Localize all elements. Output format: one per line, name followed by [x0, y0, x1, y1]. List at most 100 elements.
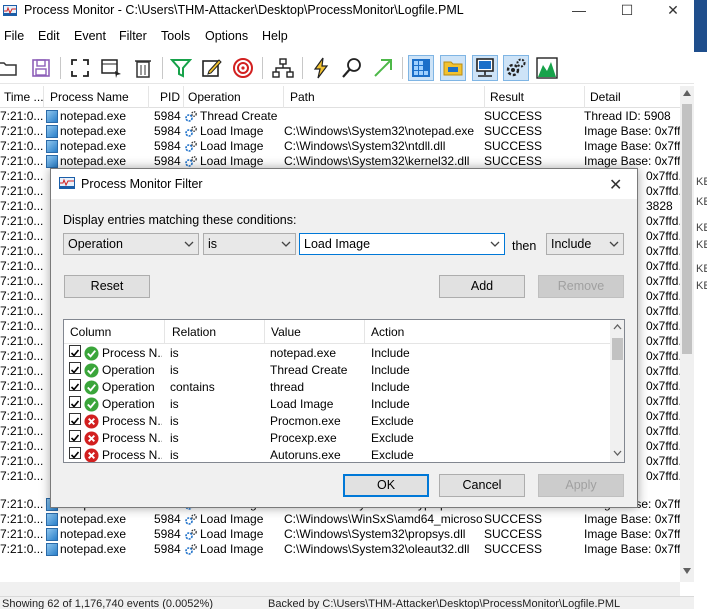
- filter-enabled-checkbox[interactable]: [69, 345, 81, 357]
- col-time[interactable]: Time ...: [4, 90, 44, 104]
- filter-enabled-checkbox[interactable]: [69, 413, 81, 425]
- cell-detail-partial: 0x7ffd.: [646, 394, 680, 408]
- minimize-button[interactable]: —: [556, 0, 602, 22]
- filter-row[interactable]: Operation is Thread Create Include: [64, 362, 610, 379]
- col-detail[interactable]: Detail: [590, 90, 621, 104]
- column-divider[interactable]: [43, 86, 44, 108]
- scroll-down-icon[interactable]: [683, 568, 691, 574]
- menu-options[interactable]: Options: [205, 29, 248, 43]
- column-divider[interactable]: [264, 320, 265, 344]
- table-row[interactable]: 7:21:0... notepad.exe 5984 Load Image C:…: [0, 512, 680, 527]
- filter-row[interactable]: Process N... is notepad.exe Include: [64, 345, 610, 362]
- action-select[interactable]: Include: [546, 233, 624, 255]
- jump-arrow-icon[interactable]: [370, 55, 396, 81]
- filter-row[interactable]: Process N... is Procmon.exe Exclude: [64, 413, 610, 430]
- menu-edit[interactable]: Edit: [38, 29, 60, 43]
- menu-filter[interactable]: Filter: [119, 29, 147, 43]
- reset-button[interactable]: Reset: [64, 275, 150, 298]
- filter-enabled-checkbox[interactable]: [69, 447, 81, 459]
- show-registry-icon[interactable]: [408, 55, 434, 81]
- list-col-action[interactable]: Action: [371, 325, 404, 339]
- filter-list-scrollbar[interactable]: [610, 320, 624, 462]
- col-pid[interactable]: PID: [160, 90, 180, 104]
- filter-funnel-icon[interactable]: [168, 55, 194, 81]
- menu-bar: File Edit Event Filter Tools Options Hel…: [0, 27, 694, 47]
- open-folder-icon[interactable]: [0, 55, 20, 81]
- cell-path: C:\Windows\System32\notepad.exe: [284, 124, 475, 138]
- filter-action: Include: [371, 346, 410, 360]
- table-row[interactable]: 7:21:0... notepad.exe 5984 Load Image C:…: [0, 139, 680, 154]
- menu-help[interactable]: Help: [262, 29, 288, 43]
- table-row[interactable]: 7:21:0... notepad.exe 5984 Thread Create…: [0, 109, 680, 124]
- filter-enabled-checkbox[interactable]: [69, 379, 81, 391]
- scrollbar-thumb[interactable]: [612, 338, 623, 360]
- list-col-column[interactable]: Column: [70, 325, 111, 339]
- table-row[interactable]: 7:21:0... notepad.exe 5984 Load Image C:…: [0, 542, 680, 557]
- value-combobox[interactable]: Load Image: [299, 233, 505, 255]
- filter-enabled-checkbox[interactable]: [69, 430, 81, 442]
- col-result[interactable]: Result: [490, 90, 524, 104]
- highlight-pencil-icon[interactable]: [199, 55, 225, 81]
- cancel-button[interactable]: Cancel: [439, 474, 525, 497]
- grid-vertical-scrollbar[interactable]: [680, 86, 694, 582]
- lightning-icon[interactable]: [308, 55, 334, 81]
- remove-button[interactable]: Remove: [538, 275, 624, 298]
- list-col-relation[interactable]: Relation: [172, 325, 216, 339]
- process-tree-icon[interactable]: [270, 55, 296, 81]
- scrollbar-thumb[interactable]: [682, 104, 692, 354]
- operation-icon: [185, 544, 197, 555]
- col-process-name[interactable]: Process Name: [50, 90, 129, 104]
- cell-time: 7:21:0...: [0, 154, 44, 168]
- capture-icon[interactable]: [98, 55, 124, 81]
- dialog-close-icon[interactable]: ✕: [609, 175, 622, 195]
- add-button[interactable]: Add: [439, 275, 525, 298]
- scroll-down-icon[interactable]: [613, 450, 622, 456]
- filter-value: notepad.exe: [270, 346, 337, 360]
- filter-row[interactable]: Process N... is Procexp.exe Exclude: [64, 430, 610, 447]
- autoscroll-icon[interactable]: [67, 55, 93, 81]
- filter-row[interactable]: Process N... is Autoruns.exe Exclude: [64, 447, 610, 462]
- menu-tools[interactable]: Tools: [161, 29, 190, 43]
- cell-result: SUCCESS: [484, 512, 543, 526]
- target-icon[interactable]: [230, 55, 256, 81]
- relation-select[interactable]: is: [203, 233, 296, 255]
- save-icon[interactable]: [28, 55, 54, 81]
- maximize-button[interactable]: ☐: [604, 0, 650, 22]
- show-profiling-icon[interactable]: [534, 55, 560, 81]
- column-divider[interactable]: [183, 86, 184, 108]
- column-divider[interactable]: [283, 86, 284, 108]
- scroll-up-icon[interactable]: [613, 324, 622, 330]
- scroll-up-icon[interactable]: [683, 90, 691, 96]
- table-row[interactable]: 7:21:0... notepad.exe 5984 Load Image C:…: [0, 154, 680, 169]
- find-magnifier-icon[interactable]: [339, 55, 365, 81]
- cell-operation: Load Image: [200, 139, 264, 153]
- toolbar-separator: [60, 57, 61, 79]
- close-button[interactable]: ✕: [650, 0, 696, 22]
- grid-horizontal-scrollbar[interactable]: [0, 582, 680, 596]
- filter-enabled-checkbox[interactable]: [69, 362, 81, 374]
- column-divider[interactable]: [164, 320, 165, 344]
- col-operation[interactable]: Operation: [188, 90, 241, 104]
- process-monitor-icon: [3, 5, 17, 16]
- filter-row[interactable]: Operation contains thread Include: [64, 379, 610, 396]
- show-process-activity-icon[interactable]: [503, 55, 529, 81]
- list-col-value[interactable]: Value: [271, 325, 301, 339]
- apply-button[interactable]: Apply: [538, 474, 624, 497]
- column-select[interactable]: Operation: [63, 233, 199, 255]
- menu-event[interactable]: Event: [74, 29, 106, 43]
- show-filesystem-icon[interactable]: [440, 55, 466, 81]
- cell-detail-partial: 0x7ffd.: [646, 244, 680, 258]
- menu-file[interactable]: File: [4, 29, 24, 43]
- filter-row[interactable]: Operation is Load Image Include: [64, 396, 610, 413]
- column-divider[interactable]: [364, 320, 365, 344]
- column-divider[interactable]: [584, 86, 585, 108]
- col-path[interactable]: Path: [290, 90, 315, 104]
- table-row[interactable]: 7:21:0... notepad.exe 5984 Load Image C:…: [0, 124, 680, 139]
- ok-button[interactable]: OK: [343, 474, 429, 497]
- filter-enabled-checkbox[interactable]: [69, 396, 81, 408]
- column-divider[interactable]: [484, 86, 485, 108]
- show-network-icon[interactable]: [472, 55, 498, 81]
- clear-trash-icon[interactable]: [130, 55, 156, 81]
- table-row[interactable]: 7:21:0... notepad.exe 5984 Load Image C:…: [0, 527, 680, 542]
- column-divider[interactable]: [148, 86, 149, 108]
